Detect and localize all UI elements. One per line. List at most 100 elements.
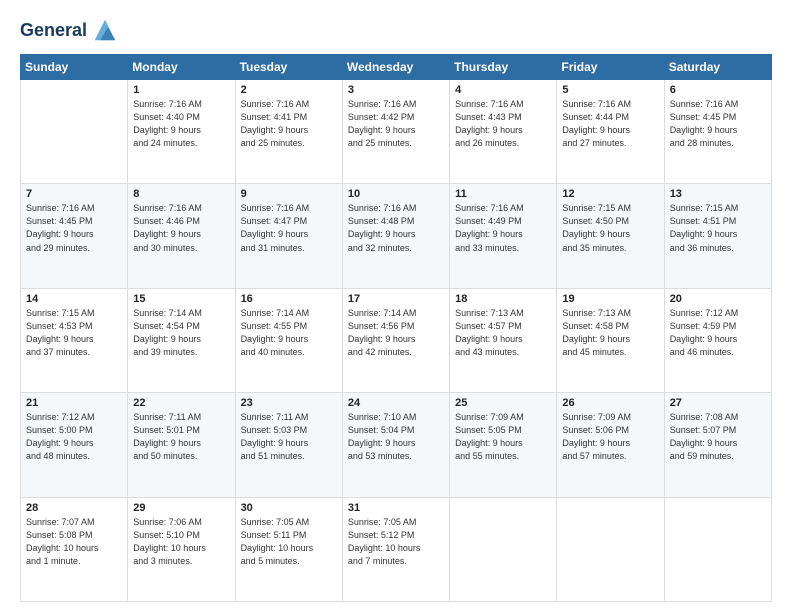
calendar-cell: 13 Sunrise: 7:15 AM Sunset: 4:51 PM Dayli… — [664, 184, 771, 288]
calendar-cell: 30 Sunrise: 7:05 AM Sunset: 5:11 PM Dayli… — [235, 497, 342, 601]
cell-content: Sunrise: 7:16 AM Sunset: 4:40 PM Dayligh… — [133, 98, 229, 150]
cell-content: Sunrise: 7:14 AM Sunset: 4:54 PM Dayligh… — [133, 307, 229, 359]
calendar-day-header: Friday — [557, 55, 664, 80]
day-number: 3 — [348, 84, 444, 96]
calendar-cell — [21, 80, 128, 184]
day-number: 23 — [241, 397, 337, 409]
calendar-week-row: 21 Sunrise: 7:12 AM Sunset: 5:00 PM Dayli… — [21, 393, 772, 497]
day-number: 7 — [26, 188, 122, 200]
day-number: 22 — [133, 397, 229, 409]
calendar-cell: 26 Sunrise: 7:09 AM Sunset: 5:06 PM Dayli… — [557, 393, 664, 497]
cell-content: Sunrise: 7:14 AM Sunset: 4:55 PM Dayligh… — [241, 307, 337, 359]
header: General — [20, 18, 772, 44]
cell-content: Sunrise: 7:16 AM Sunset: 4:44 PM Dayligh… — [562, 98, 658, 150]
calendar-cell: 27Sunrise: 7:08 AM Sunset: 5:07 PM Dayli… — [664, 393, 771, 497]
calendar-cell: 5Sunrise: 7:16 AM Sunset: 4:44 PM Daylig… — [557, 80, 664, 184]
calendar-cell: 8Sunrise: 7:16 AM Sunset: 4:46 PM Daylig… — [128, 184, 235, 288]
day-number: 2 — [241, 84, 337, 96]
calendar-cell: 16 Sunrise: 7:14 AM Sunset: 4:55 PM Dayli… — [235, 288, 342, 392]
calendar-cell: 19 Sunrise: 7:13 AM Sunset: 4:58 PM Dayli… — [557, 288, 664, 392]
logo-text: General — [20, 21, 87, 41]
cell-content: Sunrise: 7:15 AM Sunset: 4:53 PM Dayligh… — [26, 307, 122, 359]
cell-content: Sunrise: 7:12 AM Sunset: 4:59 PM Dayligh… — [670, 307, 766, 359]
page: General SundayMondayTuesdayWednesdayThur… — [0, 0, 792, 612]
day-number: 28 — [26, 502, 122, 514]
calendar-cell: 23 Sunrise: 7:11 AM Sunset: 5:03 PM Dayli… — [235, 393, 342, 497]
calendar-cell: 9Sunrise: 7:16 AM Sunset: 4:47 PM Daylig… — [235, 184, 342, 288]
cell-content: Sunrise: 7:16 AM Sunset: 4:45 PM Dayligh… — [26, 202, 122, 254]
calendar-cell: 31 Sunrise: 7:05 AM Sunset: 5:12 PM Dayli… — [342, 497, 449, 601]
calendar-day-header: Saturday — [664, 55, 771, 80]
day-number: 24 — [348, 397, 444, 409]
logo: General — [20, 18, 119, 44]
cell-content: Sunrise: 7:05 AM Sunset: 5:11 PM Dayligh… — [241, 516, 337, 568]
day-number: 16 — [241, 293, 337, 305]
calendar-cell: 18 Sunrise: 7:13 AM Sunset: 4:57 PM Dayli… — [450, 288, 557, 392]
day-number: 18 — [455, 293, 551, 305]
calendar-week-row: 1Sunrise: 7:16 AM Sunset: 4:40 PM Daylig… — [21, 80, 772, 184]
cell-content: Sunrise: 7:13 AM Sunset: 4:58 PM Dayligh… — [562, 307, 658, 359]
day-number: 27 — [670, 397, 766, 409]
calendar-cell: 24 Sunrise: 7:10 AM Sunset: 5:04 PM Dayli… — [342, 393, 449, 497]
cell-content: Sunrise: 7:16 AM Sunset: 4:42 PM Dayligh… — [348, 98, 444, 150]
calendar-cell: 21 Sunrise: 7:12 AM Sunset: 5:00 PM Dayli… — [21, 393, 128, 497]
cell-content: Sunrise: 7:06 AM Sunset: 5:10 PM Dayligh… — [133, 516, 229, 568]
calendar-cell: 11 Sunrise: 7:16 AM Sunset: 4:49 PM Dayli… — [450, 184, 557, 288]
calendar-cell: 20 Sunrise: 7:12 AM Sunset: 4:59 PM Dayli… — [664, 288, 771, 392]
day-number: 9 — [241, 188, 337, 200]
cell-content: Sunrise: 7:16 AM Sunset: 4:43 PM Dayligh… — [455, 98, 551, 150]
calendar-cell — [450, 497, 557, 601]
cell-content: Sunrise: 7:15 AM Sunset: 4:50 PM Dayligh… — [562, 202, 658, 254]
calendar-cell — [557, 497, 664, 601]
cell-content: Sunrise: 7:05 AM Sunset: 5:12 PM Dayligh… — [348, 516, 444, 568]
calendar-cell: 12Sunrise: 7:15 AM Sunset: 4:50 PM Dayli… — [557, 184, 664, 288]
day-number: 17 — [348, 293, 444, 305]
day-number: 20 — [670, 293, 766, 305]
calendar-week-row: 7 Sunrise: 7:16 AM Sunset: 4:45 PM Daylig… — [21, 184, 772, 288]
cell-content: Sunrise: 7:09 AM Sunset: 5:05 PM Dayligh… — [455, 411, 551, 463]
cell-content: Sunrise: 7:12 AM Sunset: 5:00 PM Dayligh… — [26, 411, 122, 463]
calendar-day-header: Tuesday — [235, 55, 342, 80]
day-number: 21 — [26, 397, 122, 409]
calendar-week-row: 28 Sunrise: 7:07 AM Sunset: 5:08 PM Dayli… — [21, 497, 772, 601]
calendar-cell: 4Sunrise: 7:16 AM Sunset: 4:43 PM Daylig… — [450, 80, 557, 184]
calendar-cell: 6Sunrise: 7:16 AM Sunset: 4:45 PM Daylig… — [664, 80, 771, 184]
day-number: 25 — [455, 397, 551, 409]
cell-content: Sunrise: 7:16 AM Sunset: 4:49 PM Dayligh… — [455, 202, 551, 254]
day-number: 26 — [562, 397, 658, 409]
cell-content: Sunrise: 7:15 AM Sunset: 4:51 PM Dayligh… — [670, 202, 766, 254]
calendar-cell: 14Sunrise: 7:15 AM Sunset: 4:53 PM Dayli… — [21, 288, 128, 392]
calendar-cell: 29 Sunrise: 7:06 AM Sunset: 5:10 PM Dayli… — [128, 497, 235, 601]
calendar-cell: 17 Sunrise: 7:14 AM Sunset: 4:56 PM Dayli… — [342, 288, 449, 392]
cell-content: Sunrise: 7:14 AM Sunset: 4:56 PM Dayligh… — [348, 307, 444, 359]
calendar-week-row: 14Sunrise: 7:15 AM Sunset: 4:53 PM Dayli… — [21, 288, 772, 392]
cell-content: Sunrise: 7:13 AM Sunset: 4:57 PM Dayligh… — [455, 307, 551, 359]
cell-content: Sunrise: 7:16 AM Sunset: 4:45 PM Dayligh… — [670, 98, 766, 150]
day-number: 11 — [455, 188, 551, 200]
cell-content: Sunrise: 7:11 AM Sunset: 5:01 PM Dayligh… — [133, 411, 229, 463]
calendar-day-header: Sunday — [21, 55, 128, 80]
cell-content: Sunrise: 7:16 AM Sunset: 4:48 PM Dayligh… — [348, 202, 444, 254]
day-number: 31 — [348, 502, 444, 514]
calendar-cell: 28 Sunrise: 7:07 AM Sunset: 5:08 PM Dayli… — [21, 497, 128, 601]
day-number: 29 — [133, 502, 229, 514]
calendar-day-header: Wednesday — [342, 55, 449, 80]
calendar-cell: 1Sunrise: 7:16 AM Sunset: 4:40 PM Daylig… — [128, 80, 235, 184]
calendar-table: SundayMondayTuesdayWednesdayThursdayFrid… — [20, 54, 772, 602]
cell-content: Sunrise: 7:16 AM Sunset: 4:41 PM Dayligh… — [241, 98, 337, 150]
day-number: 13 — [670, 188, 766, 200]
calendar-day-header: Thursday — [450, 55, 557, 80]
cell-content: Sunrise: 7:16 AM Sunset: 4:46 PM Dayligh… — [133, 202, 229, 254]
calendar-cell: 10Sunrise: 7:16 AM Sunset: 4:48 PM Dayli… — [342, 184, 449, 288]
calendar-day-header: Monday — [128, 55, 235, 80]
cell-content: Sunrise: 7:07 AM Sunset: 5:08 PM Dayligh… — [26, 516, 122, 568]
calendar-cell: 15 Sunrise: 7:14 AM Sunset: 4:54 PM Dayli… — [128, 288, 235, 392]
day-number: 30 — [241, 502, 337, 514]
cell-content: Sunrise: 7:09 AM Sunset: 5:06 PM Dayligh… — [562, 411, 658, 463]
cell-content: Sunrise: 7:11 AM Sunset: 5:03 PM Dayligh… — [241, 411, 337, 463]
calendar-cell: 7 Sunrise: 7:16 AM Sunset: 4:45 PM Daylig… — [21, 184, 128, 288]
day-number: 15 — [133, 293, 229, 305]
day-number: 19 — [562, 293, 658, 305]
calendar-cell: 2 Sunrise: 7:16 AM Sunset: 4:41 PM Daylig… — [235, 80, 342, 184]
cell-content: Sunrise: 7:10 AM Sunset: 5:04 PM Dayligh… — [348, 411, 444, 463]
